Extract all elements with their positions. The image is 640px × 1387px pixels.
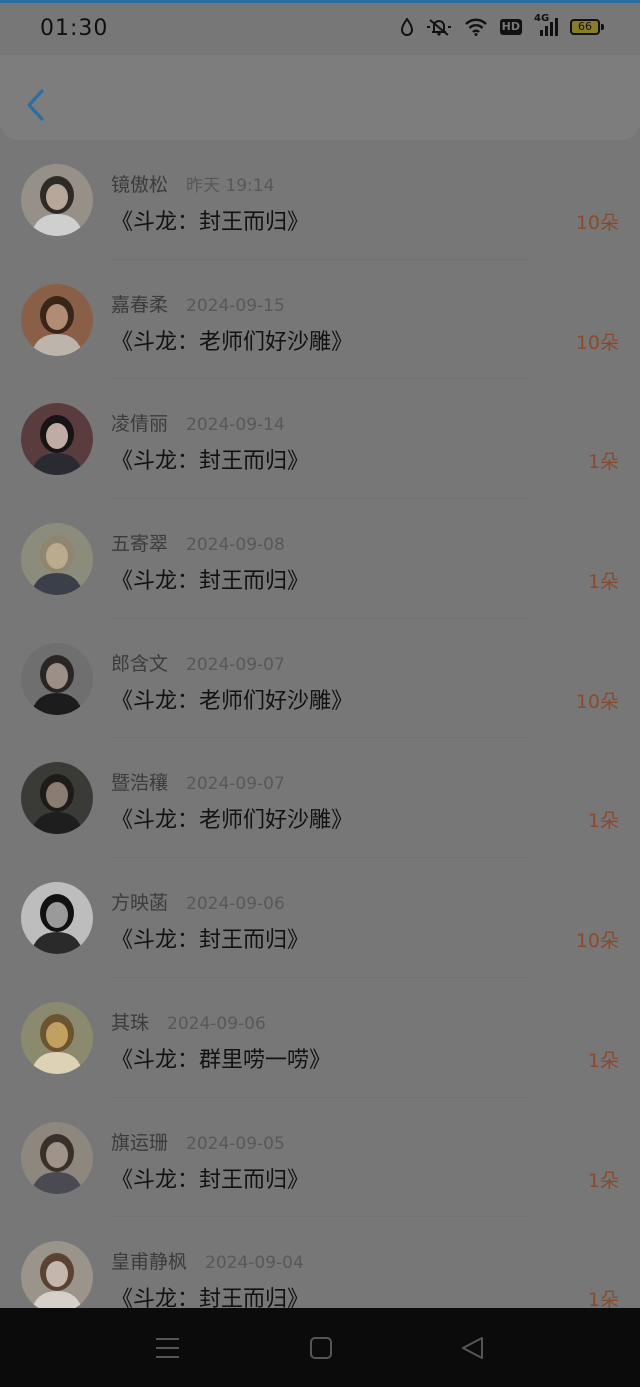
flower-amount: 1朵 [587,451,619,474]
system-nav-bar [0,1308,640,1387]
sender-name-text: 暨浩穰 [111,772,169,795]
sender-name: 暨浩穰 2024-09-07 [111,768,285,795]
avatar[interactable] [21,762,93,835]
sender-name-text: 郎含文 [111,652,169,675]
work-title: 《斗龙：封王而归》 [111,210,310,235]
battery-level: 66 [578,20,592,33]
drop-icon [400,18,414,36]
avatar[interactable] [21,1121,93,1194]
record-row[interactable]: 其珠 2024-09-06 《斗龙：群里唠一唠》 1朵 [0,978,640,1098]
menu-icon [156,1338,179,1358]
home-square-icon [310,1337,332,1359]
battery-icon: 66 [570,19,604,35]
sender-name-text: 其珠 [111,1011,150,1034]
avatar[interactable] [21,1001,93,1074]
flower-amount: 1朵 [587,1049,619,1072]
status-time: 01:30 [40,16,109,41]
wifi-icon [464,18,488,36]
send-date: 昨天 19:14 [186,176,275,196]
gift-record-list: 镜傲松 昨天 19:14 《斗龙：封王而归》 10朵 嘉春柔 2024-09-15 《斗龙：… [0,140,640,1337]
work-title: 《斗龙：老师们好沙雕》 [111,808,354,834]
status-icons: HD 4G 66 [400,13,604,37]
work-title: 《斗龙：封王而归》 [111,1167,310,1193]
avatar[interactable] [21,164,93,236]
sender-name: 旗运珊 2024-09-05 [111,1128,285,1155]
work-title: 《斗龙：封王而归》 [111,928,310,954]
hd-icon: HD [499,19,522,35]
send-date: 2024-09-05 [186,1133,285,1154]
send-date: 2024-09-14 [186,415,285,436]
signal-icon: 4G [534,13,558,37]
status-bar: 01:30 HD 4G 66 [0,3,640,55]
avatar[interactable] [21,403,93,476]
home-button[interactable] [306,1334,336,1362]
sender-name: 凌倩丽 2024-09-14 [111,409,285,436]
sender-name: 镜傲松 昨天 19:14 [111,170,274,197]
header [0,55,640,140]
sender-name-text: 方映菡 [111,892,169,915]
sender-name: 其珠 2024-09-06 [111,1008,266,1035]
chevron-left-icon [27,89,44,121]
flower-amount: 10朵 [575,930,619,953]
sender-name: 五寄翠 2024-09-08 [111,529,285,556]
flower-amount: 1朵 [587,1169,619,1192]
sender-name-text: 皇甫静枫 [111,1251,188,1274]
flower-amount: 10朵 [575,331,619,354]
work-title: 《斗龙：老师们好沙雕》 [111,688,354,714]
work-title: 《斗龙：群里唠一唠》 [111,1047,332,1073]
avatar[interactable] [21,1241,93,1314]
avatar[interactable] [21,283,93,356]
back-triangle-icon [462,1337,483,1359]
send-date: 2024-09-04 [205,1253,304,1274]
send-date: 2024-09-07 [186,654,285,675]
send-date: 2024-09-06 [186,894,285,915]
sender-name-text: 五寄翠 [111,533,169,556]
sender-name: 郎含文 2024-09-07 [111,649,285,676]
record-row[interactable]: 凌倩丽 2024-09-14 《斗龙：封王而归》 1朵 [0,379,640,500]
record-row[interactable]: 旗运珊 2024-09-05 《斗龙：封王而归》 1朵 [0,1098,640,1218]
record-row[interactable]: 镜傲松 昨天 19:14 《斗龙：封王而归》 10朵 [0,140,640,260]
sender-name-text: 旗运珊 [111,1131,169,1154]
sender-name-text: 凌倩丽 [111,413,169,436]
back-nav-button[interactable] [458,1334,488,1362]
record-row[interactable]: 嘉春柔 2024-09-15 《斗龙：老师们好沙雕》 10朵 [0,260,640,380]
record-row[interactable]: 方映菡 2024-09-06 《斗龙：封王而归》 10朵 [0,858,640,978]
mute-icon [426,17,452,37]
work-title: 《斗龙：老师们好沙雕》 [111,329,354,355]
flower-amount: 10朵 [575,690,619,713]
avatar[interactable] [21,523,93,596]
back-button[interactable] [18,83,58,127]
send-date: 2024-09-08 [186,535,285,556]
sender-name: 嘉春柔 2024-09-15 [111,290,285,317]
send-date: 2024-09-07 [186,774,285,795]
send-date: 2024-09-06 [167,1013,266,1034]
menu-button[interactable] [153,1334,183,1362]
flower-amount: 1朵 [587,810,619,833]
record-row[interactable]: 暨浩穰 2024-09-07 《斗龙：老师们好沙雕》 1朵 [0,738,640,859]
sender-name-text: 嘉春柔 [111,293,169,316]
flower-amount: 10朵 [575,212,619,234]
work-title: 《斗龙：封王而归》 [111,569,310,595]
sender-name: 皇甫静枫 2024-09-04 [111,1247,304,1274]
work-title: 《斗龙：封王而归》 [111,449,310,475]
send-date: 2024-09-15 [186,295,285,316]
sender-name: 方映菡 2024-09-06 [111,888,285,915]
avatar[interactable] [21,882,93,955]
flower-amount: 1朵 [587,571,619,594]
record-row[interactable]: 郎含文 2024-09-07 《斗龙：老师们好沙雕》 10朵 [0,619,640,739]
record-row[interactable]: 五寄翠 2024-09-08 《斗龙：封王而归》 1朵 [0,499,640,619]
sender-name-text: 镜傲松 [111,174,169,196]
avatar[interactable] [21,642,93,715]
